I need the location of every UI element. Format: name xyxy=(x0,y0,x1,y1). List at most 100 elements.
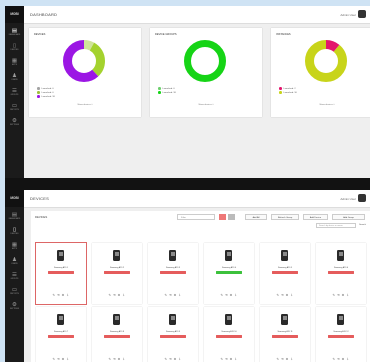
device-action-icons[interactable]: ✎ ⟲ ⚙ ⇩ xyxy=(260,357,310,361)
device-action-icons[interactable]: ✎ ⟲ ⚙ ⇩ xyxy=(148,293,198,297)
dashboard-screen: MOBI ▤ DASHBOARD ▯ DEVICES ▦ APPS ♟ USERS ☰ GROUP… xyxy=(5,6,370,178)
legend-swatch xyxy=(37,91,40,94)
device-action-icons[interactable]: ✎ ⟲ ⚙ ⇩ xyxy=(204,357,254,361)
device-card[interactable]: Samsung A70 4 ✎ ⟲ ⚙ ⇩ xyxy=(204,243,254,304)
phone-icon xyxy=(225,250,232,261)
sidebar-item-label: DEVICES xyxy=(10,233,19,235)
sidebar-item-dashboard[interactable]: ▤ DASHBOARD xyxy=(7,28,22,40)
sidebar-item-label: APPS xyxy=(12,248,17,250)
device-card[interactable]: Samsung A70 6 ✎ ⟲ ⚙ ⇩ xyxy=(316,243,366,304)
chart-legend: Launched: 0 Launched: 18 xyxy=(158,87,176,95)
device-name: Samsung A70 3 xyxy=(165,267,181,269)
sidebar-item-label: GROUPS xyxy=(10,278,19,280)
sidebar-item-devices[interactable]: ▯ DEVICES xyxy=(7,43,22,55)
sidebar-item-label: USERS xyxy=(11,79,18,81)
sidebar-item-users[interactable]: ♟ USERS xyxy=(7,257,22,269)
sidebar-item-dashboard[interactable]: ▤ DASHBOARD xyxy=(7,212,22,224)
device-card[interactable]: Samsung A70 3 ✎ ⟲ ⚙ ⇩ xyxy=(148,243,198,304)
device-action-icons[interactable]: ✎ ⟲ ⚙ ⇩ xyxy=(36,293,86,297)
device-card[interactable]: Samsung A70 5 ✎ ⟲ ⚙ ⇩ xyxy=(260,243,310,304)
phone-icon xyxy=(57,250,64,261)
status-badge xyxy=(160,335,186,339)
list-view-icon[interactable] xyxy=(228,214,235,220)
device-card[interactable]: Samsung A70 10 ✎ ⟲ ⚙ ⇩ xyxy=(204,307,254,362)
user-name[interactable]: Admin User xyxy=(340,197,356,201)
sidebar-item-label: APPS xyxy=(12,64,17,66)
sidebar-item-devices[interactable]: ▯ DEVICES xyxy=(7,227,22,239)
add-group-button[interactable]: Add Group xyxy=(332,214,365,220)
show-devices-link[interactable]: Show devices » xyxy=(271,104,370,106)
sidebar-item-label: DASHBOARD xyxy=(8,34,21,36)
status-badge xyxy=(48,271,74,275)
sidebar-item-label: SETTINGS xyxy=(10,124,19,126)
phone-screen xyxy=(226,316,231,320)
device-action-icons[interactable]: ✎ ⟲ ⚙ ⇩ xyxy=(316,357,366,361)
avatar[interactable] xyxy=(358,10,366,18)
sidebar-item-reports[interactable]: ▭ REPORTS xyxy=(7,103,22,115)
screen-separator xyxy=(5,178,370,190)
donut-chart xyxy=(184,40,226,82)
device-name: Samsung A70 9 xyxy=(165,331,181,333)
device-card[interactable]: Samsung A70 8 ✎ ⟲ ⚙ ⇩ xyxy=(92,307,142,362)
sidebar-item-label: REPORTS xyxy=(10,109,19,111)
sidebar-item-settings[interactable]: ⚙ SETTINGS xyxy=(7,118,22,130)
device-name: Samsung A70 12 xyxy=(333,331,349,333)
device-card[interactable]: Samsung A70 11 ✎ ⟲ ⚙ ⇩ xyxy=(260,307,310,362)
device-action-icons[interactable]: ✎ ⟲ ⚙ ⇩ xyxy=(148,357,198,361)
device-card[interactable]: Samsung A70 1 ✎ ⟲ ⚙ ⇩ xyxy=(35,242,87,305)
app-logo[interactable]: MOBI xyxy=(5,190,24,207)
device-name: Samsung A70 8 xyxy=(109,331,125,333)
show-devices-link[interactable]: Show devices » xyxy=(150,104,262,106)
phone-screen xyxy=(282,252,287,256)
phone-screen xyxy=(170,316,175,320)
sidebar-item-groups[interactable]: ☰ GROUPS xyxy=(7,272,22,284)
sidebar-item-apps[interactable]: ▦ APPS xyxy=(7,242,22,254)
legend-swatch xyxy=(158,87,161,90)
grid-view-icon[interactable] xyxy=(219,214,226,220)
phone-screen xyxy=(170,252,175,256)
device-action-icons[interactable]: ✎ ⟲ ⚙ ⇩ xyxy=(204,293,254,297)
refresh-group-button[interactable]: Refresh Group xyxy=(271,214,299,220)
show-devices-link[interactable]: Show devices » xyxy=(29,104,141,106)
legend-item: Launched: 16 xyxy=(279,91,297,95)
phone-screen xyxy=(58,316,63,320)
legend-swatch xyxy=(279,87,282,90)
device-action-icons[interactable]: ✎ ⟲ ⚙ ⇩ xyxy=(316,293,366,297)
device-card[interactable]: Samsung A70 9 ✎ ⟲ ⚙ ⇩ xyxy=(148,307,198,362)
sidebar-item-label: SETTINGS xyxy=(10,308,19,310)
phone-screen xyxy=(338,252,343,256)
status-badge xyxy=(104,335,130,339)
app-logo[interactable]: MOBI xyxy=(5,6,24,23)
sidebar-item-label: DEVICES xyxy=(10,49,19,51)
device-card[interactable]: Samsung A70 12 ✎ ⟲ ⚙ ⇩ xyxy=(316,307,366,362)
device-action-icons[interactable]: ✎ ⟲ ⚙ ⇩ xyxy=(92,293,142,297)
sidebar-item-settings[interactable]: ⚙ SETTINGS xyxy=(7,302,22,314)
status-badge xyxy=(104,271,130,275)
sidebar-item-apps[interactable]: ▦ APPS xyxy=(7,58,22,70)
filter-input[interactable]: Filter xyxy=(177,214,215,220)
add-all-button[interactable]: Add All xyxy=(245,214,267,220)
device-card[interactable]: Samsung A70 2 ✎ ⟲ ⚙ ⇩ xyxy=(92,243,142,304)
phone-screen xyxy=(226,252,231,256)
page-title: DEVICES xyxy=(30,196,49,201)
sidebar-item-groups[interactable]: ☰ GROUPS xyxy=(7,88,22,100)
search-button[interactable]: Search xyxy=(359,224,366,226)
device-card[interactable]: Samsung A70 7 ✎ ⟲ ⚙ ⇩ xyxy=(36,307,86,362)
avatar[interactable] xyxy=(358,194,366,202)
sidebar-item-label: REPORTS xyxy=(10,293,19,295)
phone-icon xyxy=(337,314,344,325)
user-name[interactable]: Admin User xyxy=(340,13,356,17)
status-badge xyxy=(272,271,298,275)
add-device-button[interactable]: Add Device xyxy=(303,214,328,220)
panel-title: DEVICES xyxy=(35,215,48,219)
search-input[interactable]: Search by device or owner xyxy=(316,223,356,228)
sidebar-item-users[interactable]: ♟ USERS xyxy=(7,73,22,85)
donut-segment xyxy=(184,40,226,82)
device-action-icons[interactable]: ✎ ⟲ ⚙ ⇩ xyxy=(260,293,310,297)
sidebar-item-label: GROUPS xyxy=(10,94,19,96)
legend-swatch xyxy=(158,91,161,94)
sidebar-item-reports[interactable]: ▭ REPORTS xyxy=(7,287,22,299)
device-action-icons[interactable]: ✎ ⟲ ⚙ ⇩ xyxy=(92,357,142,361)
device-action-icons[interactable]: ✎ ⟲ ⚙ ⇩ xyxy=(36,357,86,361)
status-badge xyxy=(48,335,74,339)
